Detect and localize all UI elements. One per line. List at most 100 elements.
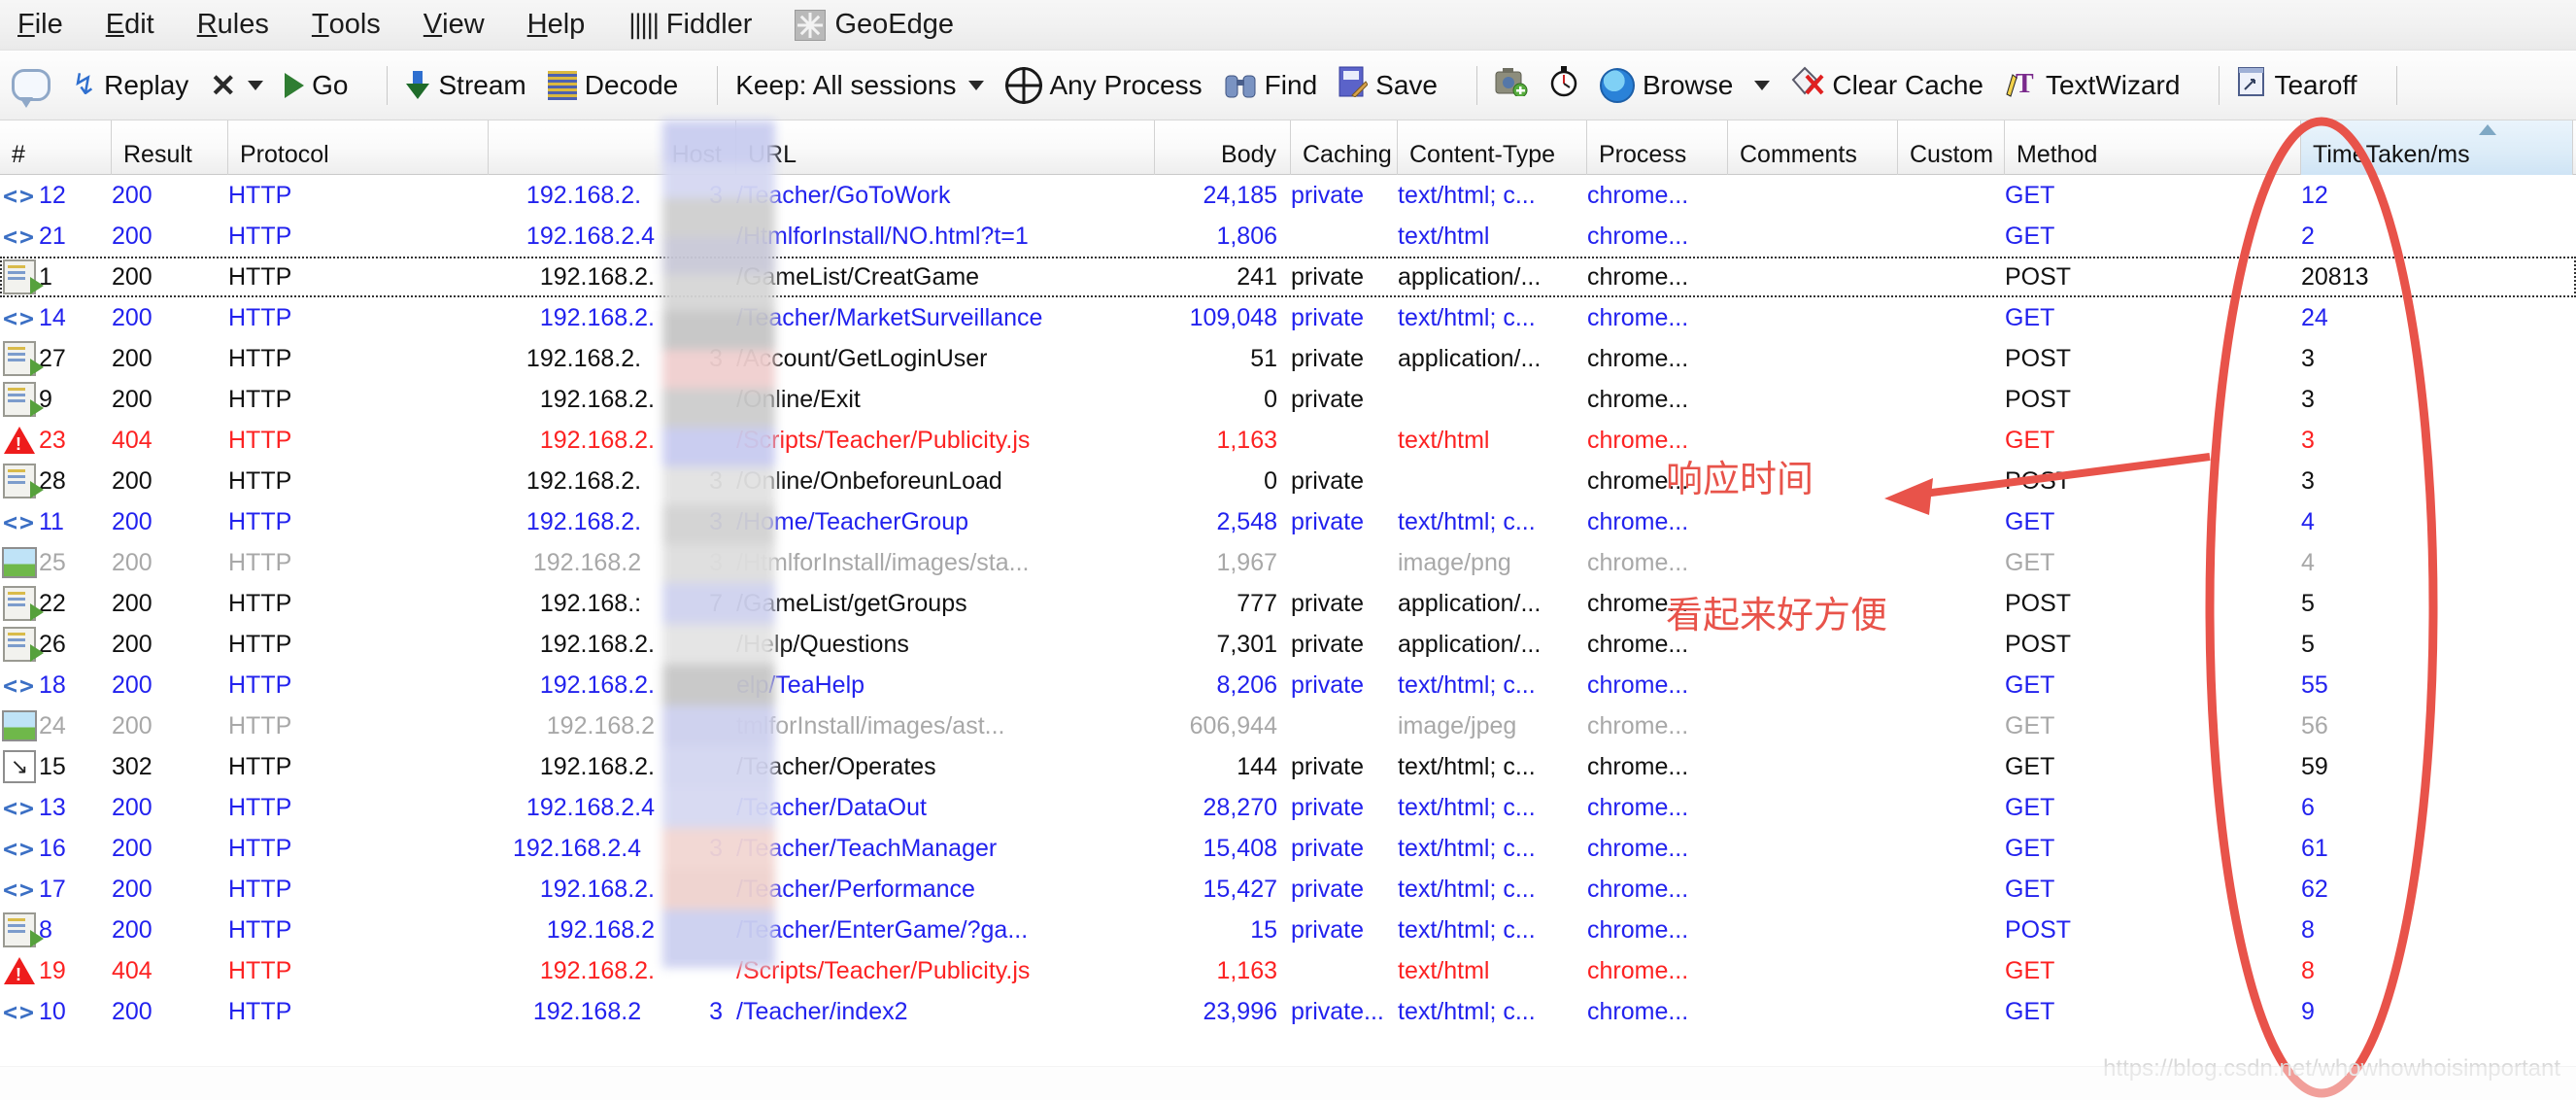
column-header-result[interactable]: Result [112,120,228,175]
keep-sessions-dropdown[interactable]: Keep: All sessions [735,70,984,101]
column-header-num[interactable]: # [0,120,112,175]
session-row[interactable]: <> 17 200 HTTP 192.168.2./Teacher/Performanc… [0,869,2576,910]
cell-time: 3 [2301,461,2573,501]
session-row[interactable]: ↘ 15 302 HTTP 192.168.2./Teacher/Operates 144… [0,746,2576,787]
cell-url-label: /GameList/CreatGame [736,262,980,291]
clear-cache-button[interactable]: Clear Cache [1791,66,1983,104]
menu-file[interactable]: File [14,7,67,43]
tearoff-button[interactable]: Tearoff [2237,66,2357,104]
column-header-method[interactable]: Method [2005,120,2301,175]
cell-protocol: HTTP [228,624,489,665]
tearoff-icon [2237,66,2266,104]
menu-view[interactable]: View [420,7,489,43]
cell-host: 192.168.2. 3 [489,461,736,501]
session-row[interactable]: <> 13 200 HTTP 192.168.2.4/Teacher/DataOut 28… [0,787,2576,828]
cell-result: 404 [112,420,228,461]
cell-custom [1898,257,2005,297]
session-row[interactable]: 24 200 HTTP 192.168.2 tmlforInstall/images/a… [0,705,2576,746]
replay-button[interactable]: ↯ Replay [72,70,188,101]
column-header-process[interactable]: Process [1587,120,1728,175]
cell-num: <> 14 [0,297,112,338]
cell-process-label: chrome... [1587,630,1689,658]
menu-help[interactable]: Help [524,7,590,43]
session-row[interactable]: <> 11 200 HTTP 192.168.2. 3/Home/TeacherGroup… [0,501,2576,542]
column-header-label-num: # [12,141,25,168]
column-header-url[interactable]: URL [736,120,1155,175]
cell-num-label: 24 [39,711,66,739]
cell-ctype: application/... [1398,583,1587,624]
sort-ascending-icon [2479,124,2496,135]
cell-result: 200 [112,787,228,828]
keep-caret-icon[interactable] [967,80,984,90]
cell-host-label: 192.168.2 [546,915,655,944]
cell-host: 192.168.2. [489,869,736,910]
column-header-protocol[interactable]: Protocol [228,120,489,175]
session-row[interactable]: <> 12 200 HTTP 192.168.2. 3/Teacher/GoToWork 2… [0,175,2576,216]
session-row[interactable]: 9 200 HTTP 192.168.2. /Online/Exit 0 private ch… [0,379,2576,420]
session-row[interactable]: 1 200 HTTP 192.168.2. /GameList/CreatGame 241… [0,257,2576,297]
cell-protocol-label: HTTP [228,875,292,903]
cell-time-label: 8 [2301,956,2315,984]
cell-protocol-label: HTTP [228,793,292,821]
session-row[interactable]: 22 200 HTTP 192.168.: 7/GameList/getGroups 77… [0,583,2576,624]
cell-body: 1,163 [1155,420,1291,461]
menu-edit[interactable]: Edit [102,7,158,43]
session-row[interactable]: <> 14 200 HTTP 192.168.2./Teacher/MarketSurv… [0,297,2576,338]
toolbar-separator-3 [1475,65,1477,105]
column-header-body[interactable]: Body [1155,120,1291,175]
cell-protocol: HTTP [228,420,489,461]
session-row[interactable]: 25 200 HTTP 192.168.2 3/HtmlforInstall/image… [0,542,2576,583]
cell-result-label: 200 [112,670,153,699]
session-row[interactable]: 27 200 HTTP 192.168.2. 3/Account/GetLoginUse… [0,338,2576,379]
find-button[interactable]: Find [1224,70,1317,101]
menu-tools[interactable]: Tools [308,7,385,43]
session-row[interactable]: <> 10 200 HTTP 192.168.2 3/Teacher/index2 23,9… [0,991,2576,1032]
column-header-custom[interactable]: Custom [1898,120,2005,175]
session-row[interactable]: <> 18 200 HTTP 192.168.2. elp/TeaHelp 8,206 pri… [0,665,2576,705]
cell-num: 1 [0,257,112,297]
session-row[interactable]: <> 21 200 HTTP 192.168.2.4/HtmlforInstall/NO… [0,216,2576,257]
browse-caret-icon[interactable] [1754,80,1771,90]
cell-result-label: 200 [112,997,153,1025]
sessions-grid: # Result Protocol Host URL Body Caching Content… [0,120,2576,1053]
screenshot-button[interactable] [1495,67,1528,103]
textwizard-button[interactable]: T TextWizard [2005,65,2180,105]
cell-result-label: 302 [112,752,153,780]
column-header-ctype[interactable]: Content-Type [1398,120,1587,175]
session-row[interactable]: 26 200 HTTP 192.168.2. /Help/Questions 7,301 p… [0,624,2576,665]
any-process-button[interactable]: Any Process [1004,66,1203,104]
menu-geoedge[interactable]: GeoEdge [791,7,958,43]
browse-button[interactable]: Browse [1599,67,1771,103]
column-header-comments[interactable]: Comments [1728,120,1898,175]
remove-caret-icon[interactable] [248,80,264,90]
cell-protocol: HTTP [228,828,489,869]
save-button[interactable]: Save [1339,66,1438,104]
cell-ctype-label: text/html [1398,426,1490,454]
session-row[interactable]: <> 16 200 HTTP 192.168.2.4 3/Teacher/TeachMan… [0,828,2576,869]
remove-button[interactable]: ✕ [210,67,264,104]
session-row[interactable]: 8 200 HTTP 192.168.2/Teacher/EnterGame/?ga.… [0,910,2576,950]
timer-button[interactable] [1549,66,1578,104]
cell-body: 28,270 [1155,787,1291,828]
cell-method-label: POST [2005,262,2072,291]
session-row[interactable]: 28 200 HTTP 192.168.2. 3/Online/OnbeforeunLo… [0,461,2576,501]
cell-comments [1728,705,1898,746]
go-button[interactable]: Go [285,70,348,101]
cell-protocol-label: HTTP [228,507,292,535]
cell-method-label: GET [2005,752,2055,780]
stream-button[interactable]: Stream [405,70,526,101]
cell-process-label: chrome... [1587,507,1689,535]
cell-process: chrome... [1587,991,1728,1032]
session-row[interactable]: 19 404 HTTP 192.168.2. /Scripts/Teacher/Publ… [0,950,2576,991]
cell-result: 200 [112,461,228,501]
menu-fiddler[interactable]: ||||| Fiddler [624,7,756,43]
column-header-host[interactable]: Host [489,120,736,175]
session-row[interactable]: 23 404 HTTP 192.168.2. /Scripts/Teacher/Publ… [0,420,2576,461]
decode-button[interactable]: Decode [547,70,678,101]
menu-rules[interactable]: Rules [193,7,273,43]
cell-body: 0 [1155,461,1291,501]
cell-result: 200 [112,583,228,624]
comment-button[interactable] [12,69,51,108]
column-header-time[interactable]: TimeTaken/ms [2301,120,2573,175]
column-header-caching[interactable]: Caching [1291,120,1398,175]
